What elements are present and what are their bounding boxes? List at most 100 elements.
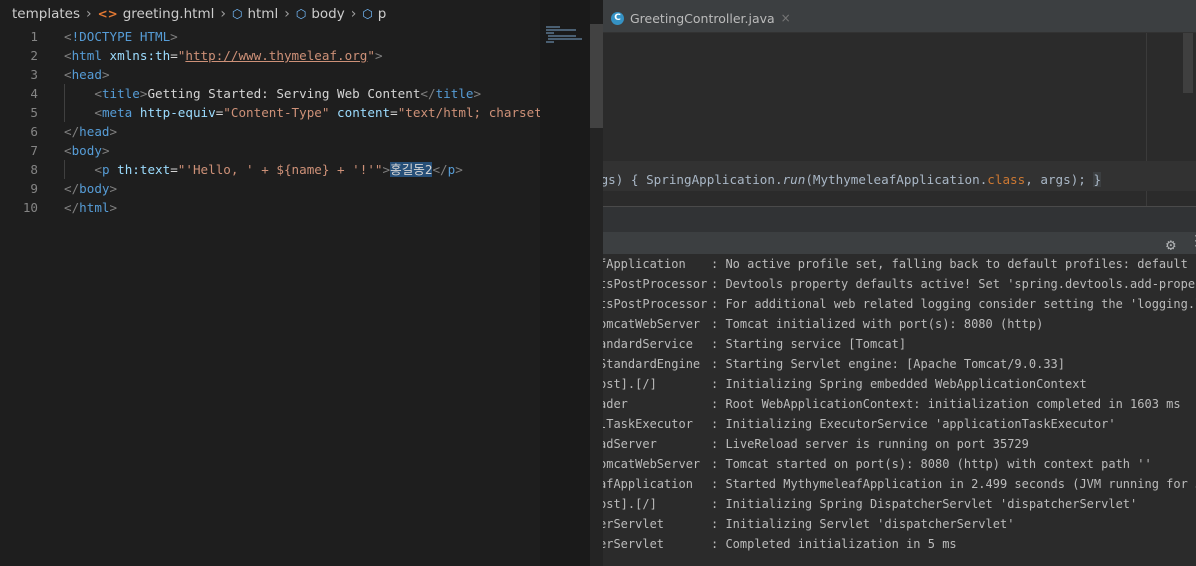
code-line[interactable]: 7 <body> — [0, 141, 540, 160]
token: html — [71, 48, 102, 63]
log-source: omcatWebServer — [603, 457, 701, 471]
code-line[interactable]: 6 </head> — [0, 122, 540, 141]
token: > — [455, 162, 463, 177]
token: head — [79, 124, 110, 139]
code-fragment: rgs) { SpringApplication. — [603, 172, 783, 187]
keyword: class — [987, 172, 1026, 187]
log-source: erServlet — [603, 537, 665, 551]
log-line: adServer: LiveReload server is running o… — [603, 434, 1196, 454]
tab-label: GreetingController.java — [630, 10, 775, 26]
fold-brace[interactable]: } — [1093, 172, 1102, 187]
log-line: ost].[/]: Initializing Spring Dispatcher… — [603, 494, 1196, 514]
breadcrumb-item-html[interactable]: html — [247, 6, 278, 22]
chevron-right-icon: › — [220, 6, 226, 22]
chevron-right-icon: › — [350, 6, 357, 22]
minimap-line — [546, 29, 576, 31]
code-line[interactable]: 9 </body> — [0, 179, 540, 198]
log-message: : Devtools property defaults active! Set… — [711, 277, 1196, 291]
console-toolbar — [603, 232, 1196, 254]
scrollbar-thumb[interactable] — [590, 24, 603, 128]
breadcrumb-item-templates[interactable]: templates — [12, 6, 80, 22]
code-area[interactable]: 1 <!DOCTYPE HTML> 2 <html xmlns:th="http://… — [0, 27, 595, 217]
editor-scrollbar[interactable] — [1183, 33, 1193, 93]
log-source: andardService — [603, 337, 693, 351]
tab-greeting-controller[interactable]: C GreetingController.java × — [611, 6, 791, 30]
log-line: StandardEngine: Starting Servlet engine:… — [603, 354, 1196, 374]
code-line[interactable]: 10 </html> — [0, 198, 540, 217]
token: > — [382, 162, 391, 177]
log-line: omcatWebServer: Tomcat initialized with … — [603, 314, 1196, 334]
line-number: 1 — [30, 29, 38, 44]
token: "Content-Type" — [223, 105, 330, 120]
line-text: </body> — [64, 179, 117, 198]
code-line[interactable]: 1 <!DOCTYPE HTML> — [0, 27, 540, 46]
log-source: lTaskExecutor — [603, 417, 693, 431]
token: </ — [64, 200, 80, 215]
chevron-right-icon: › — [85, 6, 92, 22]
minimap-line — [548, 38, 582, 40]
breadcrumb-item-p[interactable]: p — [378, 6, 387, 22]
minimap-line — [546, 32, 554, 34]
log-message: : Started MythymeleafApplication in 2.49… — [711, 477, 1196, 491]
log-line: fApplication: No active profile set, fal… — [603, 254, 1196, 274]
code-line[interactable]: 3 <head> — [0, 65, 540, 84]
element-icon: ⬡ — [231, 7, 243, 21]
log-message: : Starting service [Tomcat] — [711, 337, 907, 351]
line-number: 7 — [30, 143, 38, 158]
line-number: 9 — [30, 181, 38, 196]
more-options-icon[interactable]: ⋮ — [1189, 233, 1196, 249]
run-console[interactable]: fApplication: No active profile set, fal… — [603, 254, 1196, 566]
code-line[interactable]: rgs) { SpringApplication.run(Mythymeleaf… — [603, 172, 1102, 187]
gear-icon[interactable]: ⚙ — [1166, 235, 1176, 254]
code-line[interactable]: 8 <p th:text="'Hello, ' + ${name} + '!'"… — [0, 160, 540, 179]
close-icon[interactable]: × — [781, 11, 791, 25]
minimap[interactable] — [540, 0, 590, 566]
minimap-line — [546, 26, 560, 28]
code-line[interactable]: 5 <meta http-equiv = "Content-Type" conten… — [0, 103, 595, 122]
token: body — [79, 181, 110, 196]
log-message: : For additional web related logging con… — [711, 297, 1196, 311]
code-line[interactable]: 4 <title>Getting Started: Serving Web Co… — [0, 84, 540, 103]
token: > — [101, 67, 110, 82]
line-number: 2 — [30, 48, 38, 63]
run-tool-window-header — [603, 206, 1196, 233]
java-class-icon: C — [611, 11, 624, 25]
log-line: omcatWebServer: Tomcat started on port(s… — [603, 454, 1196, 474]
token: meta — [101, 105, 133, 120]
log-source: tsPostProcessor — [603, 277, 708, 291]
log-source: StandardEngine — [603, 357, 701, 371]
minimap-line — [546, 41, 554, 43]
log-message: : Initializing Servlet 'dispatcherServle… — [711, 517, 1015, 531]
token: content — [337, 105, 391, 120]
log-message: : Initializing Spring embedded WebApplic… — [711, 377, 1087, 391]
token: body — [71, 143, 102, 158]
log-source: ost].[/] — [603, 377, 657, 391]
line-number: 5 — [30, 105, 38, 120]
intellij-pane: C GreetingController.java × rgs) { Sprin… — [603, 0, 1196, 566]
code-line[interactable]: 2 <html xmlns:th= "http://www.thymeleaf.or… — [0, 46, 540, 65]
token: < — [94, 162, 102, 177]
log-source: ader — [603, 397, 628, 411]
log-source: tsPostProcessor — [603, 297, 708, 311]
log-line: andardService : Starting service [Tomcat] — [603, 334, 1196, 354]
breadcrumb-item-file[interactable]: greeting.html — [123, 6, 215, 22]
line-text: <p th:text="'Hello, ' + ${name} + '!'">홍… — [64, 160, 463, 179]
token: < — [64, 67, 72, 82]
line-text: <body> — [64, 141, 110, 160]
token: " — [367, 48, 375, 63]
log-line: tsPostProcessor: Devtools property defau… — [603, 274, 1196, 294]
log-message: : Completed initialization in 5 ms — [711, 537, 957, 551]
token: > — [170, 29, 178, 44]
line-text: </head> — [64, 122, 117, 141]
token: < — [64, 29, 72, 44]
token: < — [94, 105, 102, 120]
log-line: ader: Root WebApplicationContext: initia… — [603, 394, 1196, 414]
token: > — [109, 181, 118, 196]
token: > — [101, 143, 110, 158]
breadcrumb-item-body[interactable]: body — [311, 6, 344, 22]
token: = — [170, 48, 178, 63]
